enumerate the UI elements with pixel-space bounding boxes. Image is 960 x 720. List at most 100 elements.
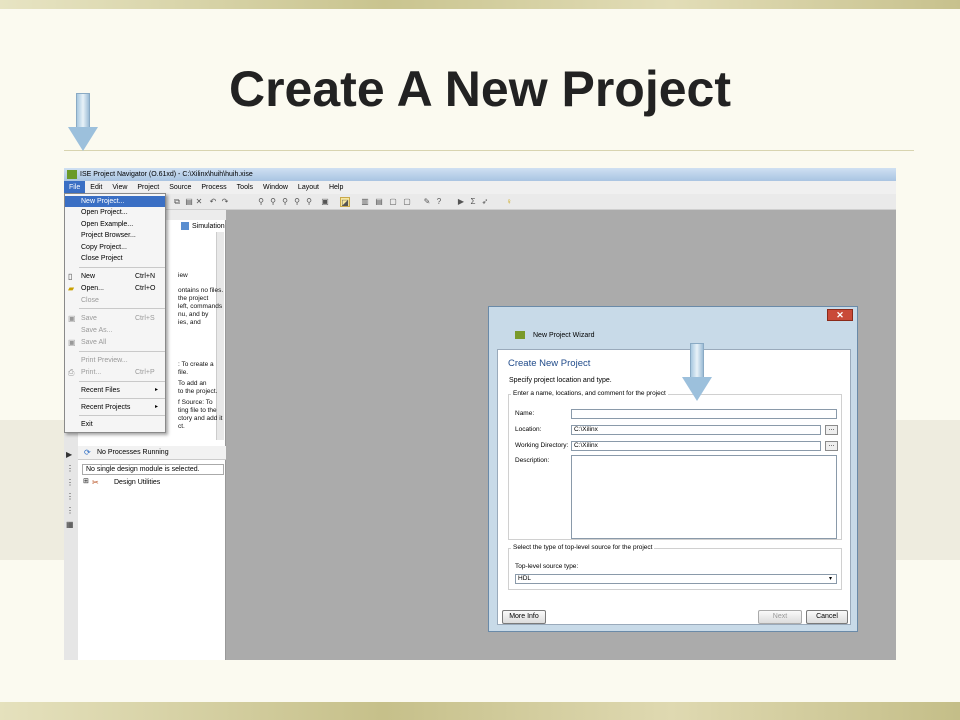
menu-item-project-browser[interactable]: Project Browser... — [65, 230, 165, 241]
simulation-icon[interactable] — [181, 222, 189, 230]
panel-text-fragment: the project — [178, 295, 209, 302]
location-browse-button[interactable]: ... — [825, 425, 838, 435]
menu-item-recent-projects[interactable]: Recent Projects ▸ — [65, 402, 165, 413]
menu-item-close[interactable]: Close — [65, 295, 165, 306]
toolbar: ⧉ ▤ ✕ ↶ ↷ ⚲ ⚲ ⚲ ⚲ ⚲ ▣ ◪ ▥ ▤ ▢ ▢ ✎ ? ▶ Σ … — [64, 194, 896, 210]
layout-icon-1[interactable]: ▥ — [360, 197, 370, 207]
location-field[interactable]: C:\Xilinx — [571, 425, 821, 435]
menu-item-open-project[interactable]: Open Project... — [65, 207, 165, 218]
wizard-title: New Project Wizard — [533, 332, 595, 339]
menu-item-label: Close Project — [81, 255, 123, 262]
top-level-source-group-label: Select the type of top-level source for … — [511, 544, 655, 551]
design-utilities-item[interactable]: Design Utilities — [114, 479, 160, 486]
menu-item-label: Save As... — [81, 327, 113, 334]
redo-icon[interactable]: ↷ — [220, 197, 230, 207]
more-info-button[interactable]: More Info — [502, 610, 546, 624]
paste-icon[interactable]: ▤ — [184, 197, 194, 207]
zoom-out-icon[interactable]: ⚲ — [268, 197, 278, 207]
sigma-icon[interactable]: Σ — [468, 197, 478, 207]
layout-icon-2[interactable]: ▤ — [374, 197, 384, 207]
processes-bar: ⟳ No Processes Running — [78, 446, 226, 460]
project-info-group: Enter a name, locations, and comment for… — [508, 390, 842, 540]
wizard-body: Create New Project Specify project locat… — [497, 349, 851, 625]
menu-separator — [79, 398, 165, 399]
layout-icon-3[interactable]: ▢ — [388, 197, 398, 207]
working-directory-label: Working Directory: — [515, 442, 569, 449]
left-decoration — [0, 420, 70, 560]
open-folder-icon: ▰ — [68, 284, 75, 293]
top-level-source-select[interactable]: HDL — [515, 574, 837, 584]
description-textarea[interactable] — [571, 455, 837, 539]
chevron-down-icon[interactable]: ▾ — [829, 575, 832, 582]
menu-tools[interactable]: Tools — [232, 181, 258, 194]
menu-item-save-all[interactable]: ▣ Save All — [65, 337, 165, 348]
menu-item-exit[interactable]: Exit — [65, 419, 165, 430]
panel-scrollbar[interactable] — [216, 232, 224, 440]
probe-icon[interactable]: ➶ — [480, 197, 490, 207]
help-icon[interactable]: ? — [434, 197, 444, 207]
menu-separator — [79, 415, 165, 416]
menu-window[interactable]: Window — [258, 181, 293, 194]
simulation-radio-label[interactable]: Simulation — [192, 223, 225, 230]
lightbulb-icon[interactable]: ♀ — [504, 197, 514, 207]
working-directory-field[interactable]: C:\Xilinx — [571, 441, 821, 451]
zoom-fit-icon[interactable]: ⚲ — [292, 197, 302, 207]
menu-item-print[interactable]: ⎙ Print... Ctrl+P — [65, 367, 165, 378]
layout-icon-4[interactable]: ▢ — [402, 197, 412, 207]
menu-item-copy-project[interactable]: Copy Project... — [65, 242, 165, 253]
menu-item-open[interactable]: ▰ Open... Ctrl+O — [65, 283, 165, 294]
menu-item-close-project[interactable]: Close Project — [65, 253, 165, 264]
menu-item-label: Print... — [81, 369, 102, 376]
panel-text-fragment: ct. — [178, 423, 185, 430]
design-module-select[interactable]: No single design module is selected. — [82, 464, 224, 475]
menu-item-recent-files[interactable]: Recent Files ▸ — [65, 385, 165, 396]
copy-icon[interactable]: ⧉ — [172, 197, 182, 207]
zoom-select-icon[interactable]: ⚲ — [304, 197, 314, 207]
zoom-full-icon[interactable]: ⚲ — [280, 197, 290, 207]
name-field[interactable] — [571, 409, 837, 419]
cancel-button[interactable]: Cancel — [806, 610, 848, 624]
delete-icon[interactable]: ✕ — [194, 197, 204, 207]
close-icon[interactable]: ✕ — [827, 309, 853, 321]
panel-text-fragment: ting file to the — [178, 407, 217, 414]
tree-icon-1[interactable]: ⋮ — [66, 464, 76, 474]
working-directory-browse-button[interactable]: ... — [825, 441, 838, 451]
menu-item-label: Print Preview... — [81, 357, 128, 364]
run-icon[interactable]: ▶ — [456, 197, 466, 207]
expand-icon[interactable]: ⊞ — [83, 478, 89, 486]
panel-text-fragment: to the project. — [178, 388, 218, 395]
menu-layout[interactable]: Layout — [293, 181, 324, 194]
menu-item-open-example[interactable]: Open Example... — [65, 219, 165, 230]
panel-text-fragment: ctory and add it — [178, 415, 223, 422]
panel-text-fragment: iew — [178, 272, 188, 279]
panel-text-fragment: nu, and by — [178, 311, 209, 318]
slide-title: Create A New Project — [228, 61, 732, 117]
menu-item-save-as[interactable]: Save As... — [65, 325, 165, 336]
menu-item-label: Save — [81, 315, 97, 322]
menu-process[interactable]: Process — [196, 181, 231, 194]
menu-item-label: Exit — [81, 421, 93, 428]
menu-item-new[interactable]: ▯ New Ctrl+N — [65, 271, 165, 282]
table-icon[interactable]: ▦ — [66, 520, 76, 530]
design-view-icon[interactable]: ◪ — [340, 197, 350, 207]
menu-help[interactable]: Help — [324, 181, 348, 194]
wrench-icon[interactable]: ✎ — [422, 197, 432, 207]
next-button[interactable]: Next — [758, 610, 802, 624]
location-label: Location: — [515, 426, 542, 433]
down-arrow-icon — [68, 93, 98, 153]
tree-icon-4[interactable]: ⋮ — [66, 506, 76, 516]
menu-item-label: Copy Project... — [81, 244, 127, 251]
tree-icon-2[interactable]: ⋮ — [66, 478, 76, 488]
menu-item-save[interactable]: ▣ Save Ctrl+S — [65, 313, 165, 324]
menu-item-new-project[interactable]: New Project... — [65, 196, 165, 207]
run-process-icon[interactable]: ▶ — [66, 450, 76, 460]
tree-icon-3[interactable]: ⋮ — [66, 492, 76, 502]
menu-item-label: Open Example... — [81, 221, 134, 228]
ise-screenshot: ISE Project Navigator (O.61xd) - C:\Xili… — [64, 168, 896, 660]
menu-item-label: Project Browser... — [81, 232, 136, 239]
refresh-icon[interactable]: ▣ — [320, 197, 330, 207]
menu-source[interactable]: Source — [164, 181, 196, 194]
zoom-in-icon[interactable]: ⚲ — [256, 197, 266, 207]
menu-item-print-preview[interactable]: Print Preview... — [65, 355, 165, 366]
undo-icon[interactable]: ↶ — [208, 197, 218, 207]
